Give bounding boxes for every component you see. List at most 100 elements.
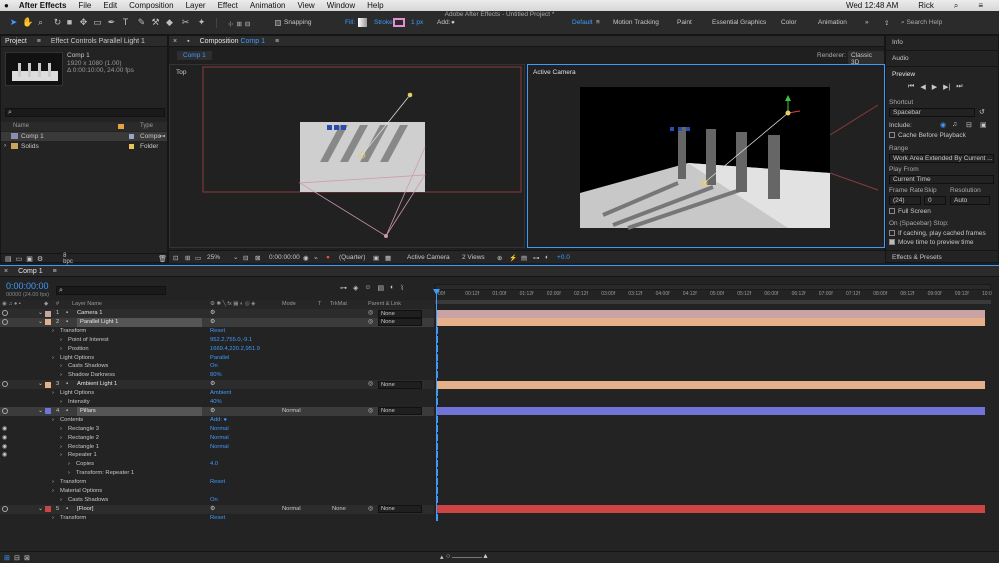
layer-name[interactable]: Parallel Light 1	[77, 317, 202, 327]
layer-name[interactable]: Camera 1	[77, 309, 102, 318]
last-frame-icon[interactable]: ⏭	[956, 83, 962, 91]
workspace-menu-icon[interactable]: ≡	[596, 19, 600, 26]
zoom-value[interactable]: 25%	[207, 254, 220, 261]
property-row[interactable]: ◉ › Rectangle 1 Normal	[0, 443, 434, 452]
toggle-pixel-icon[interactable]: ⊕	[497, 254, 502, 262]
property-row[interactable]: ◉ › Rectangle 2 Normal	[0, 434, 434, 443]
layer-row[interactable]: ⌄ 2 ▪ Parallel Light 1 ⚙ ◎ None	[0, 317, 434, 327]
keyframe-marker[interactable]	[437, 469, 438, 477]
parent-pickwhip-icon[interactable]: ◎	[368, 380, 373, 389]
workspace-overflow-icon[interactable]: »	[865, 19, 869, 26]
expand-arrow-icon[interactable]: ›	[68, 469, 70, 478]
label-column-icon[interactable]	[118, 124, 124, 129]
keyframe-marker[interactable]	[437, 335, 438, 343]
menu-app[interactable]: After Effects	[19, 1, 67, 10]
expand-arrow-icon[interactable]: ›	[60, 434, 62, 443]
expand-arrow-icon[interactable]: ›	[52, 514, 54, 523]
switches-column-icons[interactable]: ⚙ ✱ ╲ fx ▦ ◐ ◎ ◈	[210, 301, 255, 307]
expand-arrow-icon[interactable]: ›	[60, 336, 62, 345]
transparency-grid-icon[interactable]: ▦	[385, 254, 391, 262]
property-visibility-icon[interactable]: ◉	[2, 434, 7, 443]
info-panel-tab[interactable]: Info	[892, 39, 903, 46]
layer-name-column[interactable]: Layer Name	[72, 301, 102, 307]
transfer-controls-icon[interactable]: ⊟	[14, 554, 20, 562]
project-item-solids[interactable]: › Solids Folder	[1, 142, 167, 151]
property-value[interactable]: 952.2,755.0,-9.1	[210, 336, 252, 345]
property-value[interactable]: Ambient	[210, 389, 231, 398]
user-name[interactable]: Rick	[918, 1, 934, 10]
parent-select[interactable]: None	[378, 318, 422, 327]
workspace-essential-graphics[interactable]: Essential Graphics	[712, 19, 766, 26]
blend-mode-select[interactable]: Normal	[282, 505, 301, 514]
move-time-checkbox[interactable]	[889, 239, 895, 246]
property-value[interactable]: Normal	[210, 443, 229, 452]
keyframe-marker[interactable]	[437, 362, 438, 370]
property-visibility-icon[interactable]: ◉	[2, 425, 7, 434]
add-button[interactable]: ●	[451, 19, 455, 26]
exposure-icon[interactable]: ◐	[545, 254, 549, 261]
quality-select[interactable]: (Quarter)	[339, 254, 365, 261]
property-value[interactable]: 1669.4,220.2,951.9	[210, 345, 260, 354]
parent-pickwhip-icon[interactable]: ◎	[368, 505, 373, 514]
keyframe-marker[interactable]	[437, 415, 438, 423]
property-value[interactable]: Add: ●	[210, 416, 227, 425]
property-row[interactable]: › Transform Reset	[0, 514, 434, 523]
comp-lock-icon[interactable]: ▪	[187, 38, 189, 45]
show-snapshot-icon[interactable]: ⌁	[314, 254, 318, 262]
project-search-input[interactable]: ⌕	[5, 108, 165, 117]
comp-close-icon[interactable]: ×	[173, 38, 177, 45]
include-layers-icon[interactable]: ▣	[980, 121, 987, 129]
track-matte-select[interactable]: None	[332, 505, 346, 514]
parent-select[interactable]: None	[378, 380, 422, 389]
property-value[interactable]: Parallel	[210, 354, 229, 363]
region-icon[interactable]: ⊞	[185, 254, 190, 262]
rectangle-tool-icon[interactable]: ▭	[92, 17, 103, 28]
layer-duration-bar[interactable]	[437, 318, 985, 327]
visibility-eye-icon[interactable]	[2, 381, 8, 388]
cache-before-playback[interactable]: Cache Before Playback	[889, 132, 966, 139]
hand-tool-icon[interactable]: ✋	[22, 17, 33, 28]
project-menu-icon[interactable]: ≡	[37, 38, 41, 45]
timeline-icon[interactable]: ▤	[521, 254, 527, 262]
menu-view[interactable]: View	[297, 1, 314, 10]
project-item-comp[interactable]: Comp 1 Compo ⊶	[1, 132, 167, 141]
timeline-search-input[interactable]: ⌕	[56, 286, 166, 295]
property-value[interactable]: 4.0	[210, 460, 218, 469]
layer-duration-bar[interactable]	[437, 505, 985, 514]
play-from-select[interactable]: Current Time	[889, 175, 994, 184]
keyframe-marker[interactable]	[437, 495, 438, 503]
property-row[interactable]: › Intensity 40%	[0, 398, 434, 407]
expand-arrow-icon[interactable]: ›	[60, 362, 62, 371]
label-color-swatch[interactable]	[45, 319, 51, 326]
parent-select[interactable]: None	[378, 309, 422, 318]
timeline-close-icon[interactable]: ×	[4, 268, 8, 275]
menu-effect[interactable]: Effect	[218, 1, 238, 10]
effects-presets-tab[interactable]: Effects & Presets	[892, 254, 942, 261]
active-camera-canvas[interactable]	[528, 65, 886, 249]
layer-duration-bar[interactable]	[437, 380, 985, 389]
trkmat-column[interactable]: TrkMat	[330, 301, 347, 307]
expand-arrow-icon[interactable]: ›	[60, 371, 62, 380]
property-row[interactable]: › Transform: Repeater 1	[0, 469, 434, 478]
menu-file[interactable]: File	[78, 1, 91, 10]
always-preview-icon[interactable]: ⊡	[173, 254, 178, 262]
layer-name[interactable]: Pillars	[77, 406, 202, 416]
expand-arrow-icon[interactable]: ›	[60, 496, 62, 505]
property-row[interactable]: ◉ › Repeater 1	[0, 451, 434, 460]
property-value[interactable]: On	[210, 362, 218, 371]
expand-arrow-icon[interactable]: ›	[52, 478, 54, 487]
include-audio-icon[interactable]: ♫	[952, 121, 957, 128]
expand-arrow-icon[interactable]: ⌄	[38, 505, 43, 514]
property-row[interactable]: › Transform Reset	[0, 478, 434, 487]
parent-pickwhip-icon[interactable]: ◎	[368, 309, 373, 318]
rotate-tool-icon[interactable]: ↻	[52, 17, 63, 28]
layer-name[interactable]: [Floor]	[77, 505, 93, 514]
expand-arrow-icon[interactable]: ›	[52, 416, 54, 425]
label-color-swatch[interactable]	[45, 381, 51, 388]
puppet-tool-icon[interactable]: ✦	[196, 17, 207, 28]
new-folder-icon[interactable]: ▭	[16, 255, 23, 263]
draft-3d-icon[interactable]: ◈	[353, 284, 358, 292]
layer-duration-bar[interactable]	[437, 407, 985, 416]
layer-name[interactable]: Ambient Light 1	[77, 380, 117, 389]
type-tool-icon[interactable]: T	[120, 17, 131, 28]
